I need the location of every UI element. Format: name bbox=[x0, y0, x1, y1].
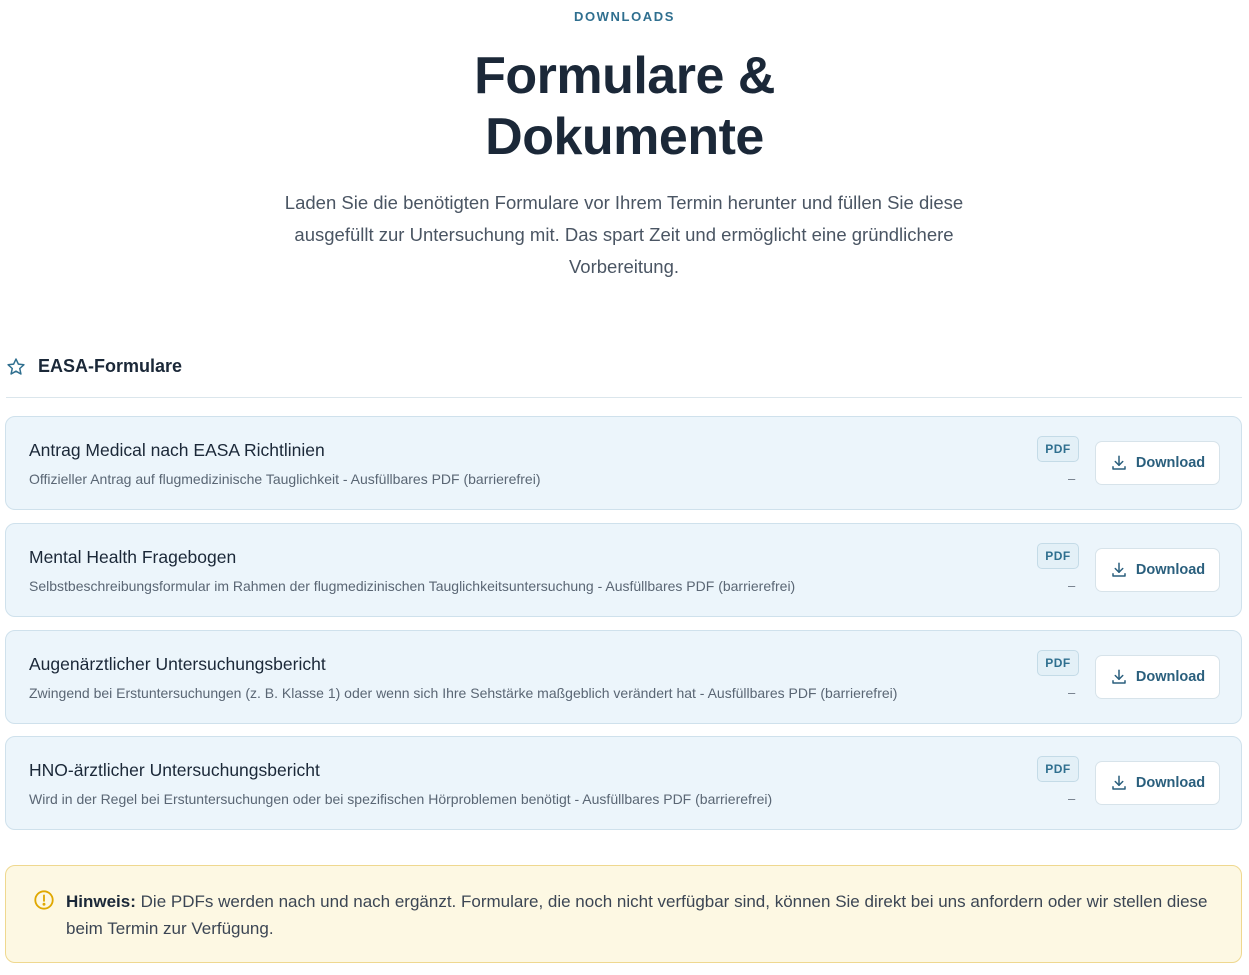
section-divider bbox=[6, 397, 1242, 398]
file-type-badge: PDF bbox=[1037, 650, 1079, 676]
section-title: EASA-Formulare bbox=[38, 356, 183, 376]
star-icon bbox=[6, 357, 26, 377]
document-description: Zwingend bei Erstuntersuchungen (z. B. K… bbox=[29, 685, 898, 701]
eyebrow-label: DOWNLOADS bbox=[573, 9, 676, 24]
download-button[interactable]: Download bbox=[1095, 548, 1220, 592]
document-card: Mental Health Fragebogen Selbstbeschreib… bbox=[5, 523, 1242, 617]
download-icon bbox=[1110, 668, 1128, 686]
document-description: Offizieller Antrag auf flugmedizinische … bbox=[29, 471, 541, 487]
file-size: – bbox=[1068, 578, 1076, 593]
notice-body: Die PDFs werden nach und nach ergänzt. F… bbox=[66, 892, 1208, 938]
file-type-badge: PDF bbox=[1037, 543, 1079, 569]
download-button-label: Download bbox=[1135, 455, 1206, 471]
document-card: Augenärztlicher Untersuchungsbericht Zwi… bbox=[5, 630, 1242, 724]
document-card: Antrag Medical nach EASA Richtlinien Off… bbox=[5, 416, 1242, 510]
notice-box: Hinweis: Die PDFs werden nach und nach e… bbox=[5, 865, 1242, 963]
download-button-label: Download bbox=[1135, 775, 1206, 791]
file-type-badge: PDF bbox=[1037, 756, 1079, 782]
download-button[interactable]: Download bbox=[1095, 441, 1220, 485]
notice-text: Hinweis: Die PDFs werden nach und nach e… bbox=[66, 888, 1216, 942]
document-title: Augenärztlicher Untersuchungsbericht bbox=[29, 654, 326, 674]
document-description: Wird in der Regel bei Erstuntersuchungen… bbox=[29, 791, 773, 807]
download-button[interactable]: Download bbox=[1095, 761, 1220, 805]
notice-label: Hinweis: bbox=[66, 892, 136, 911]
page-title-line-1: Formulare & bbox=[474, 47, 775, 105]
document-description: Selbstbeschreibungsformular im Rahmen de… bbox=[29, 578, 796, 594]
file-size: – bbox=[1068, 471, 1076, 486]
file-type-badge: PDF bbox=[1037, 436, 1079, 462]
intro-text: Laden Sie die benötigten Formulare vor I… bbox=[284, 192, 964, 277]
page-title: Formulare & Dokumente bbox=[0, 46, 1249, 168]
download-button-label: Download bbox=[1135, 562, 1206, 578]
file-size: – bbox=[1068, 685, 1076, 700]
page-title-line-2: Dokumente bbox=[485, 108, 764, 166]
download-button[interactable]: Download bbox=[1095, 655, 1220, 699]
download-button-label: Download bbox=[1135, 669, 1206, 685]
document-title: Antrag Medical nach EASA Richtlinien bbox=[29, 440, 325, 460]
file-size: – bbox=[1068, 791, 1076, 806]
download-icon bbox=[1110, 454, 1128, 472]
document-title: Mental Health Fragebogen bbox=[29, 547, 237, 567]
section-header: EASA-Formulare bbox=[6, 356, 182, 377]
document-title: HNO-ärztlicher Untersuchungsbericht bbox=[29, 760, 320, 780]
download-icon bbox=[1110, 774, 1128, 792]
download-icon bbox=[1110, 561, 1128, 579]
document-card: HNO-ärztlicher Untersuchungsbericht Wird… bbox=[5, 736, 1242, 830]
warning-circle-icon bbox=[33, 889, 55, 911]
